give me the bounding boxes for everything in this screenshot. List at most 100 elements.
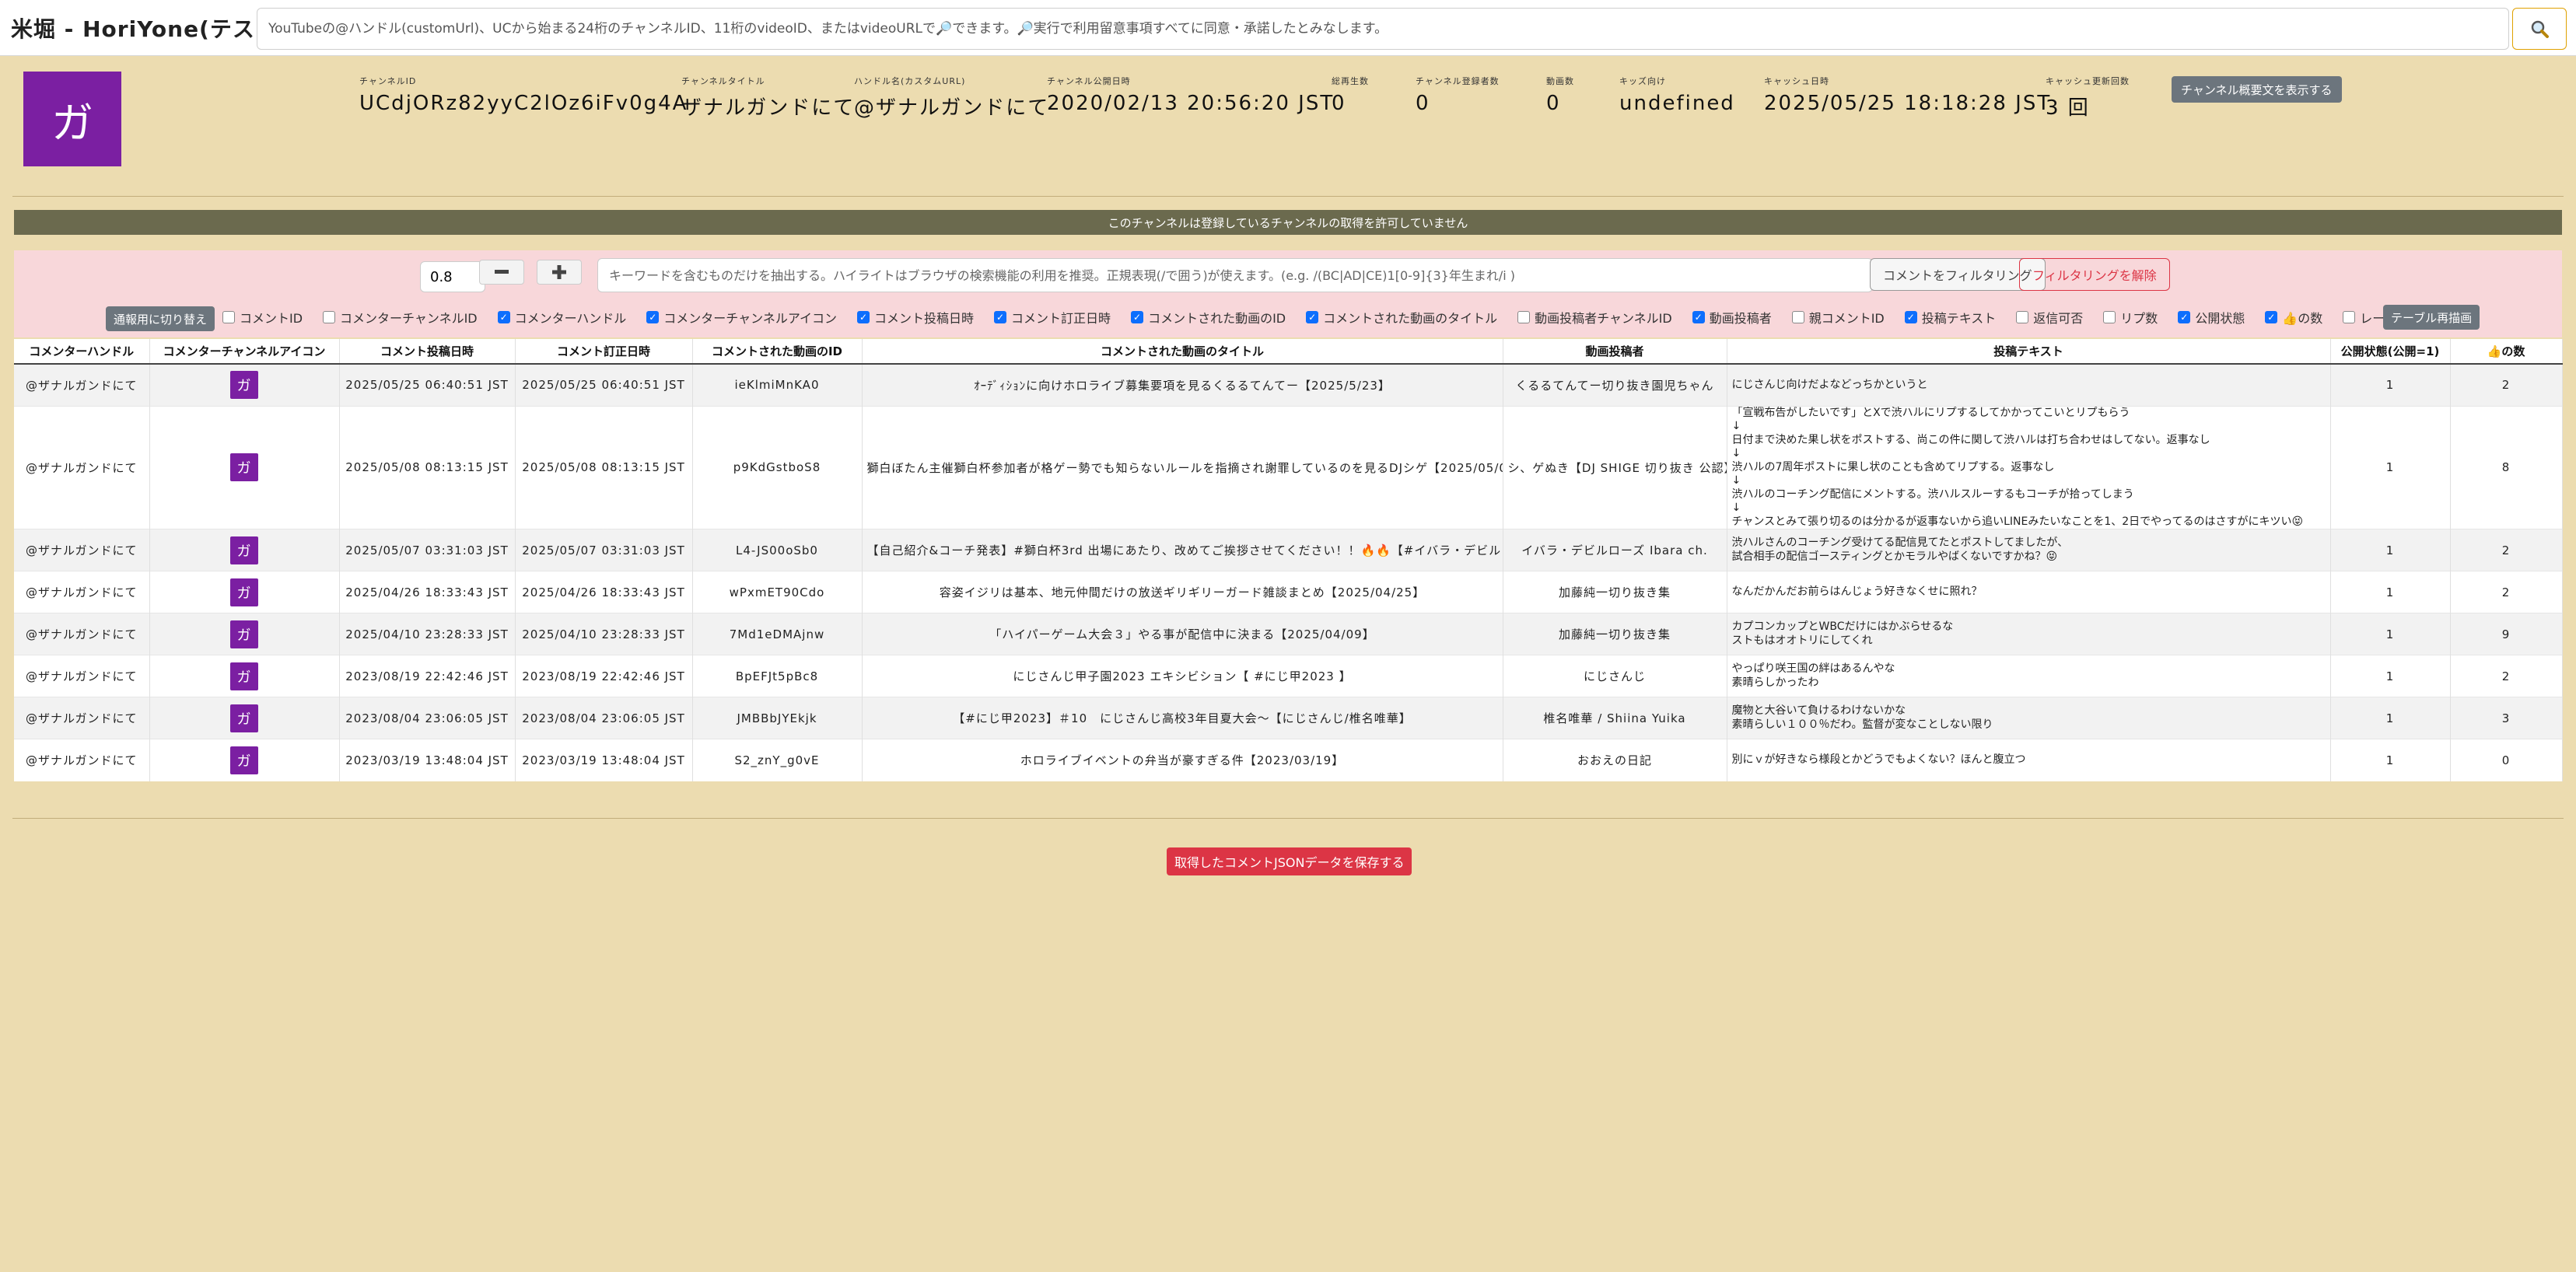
increase-button[interactable] — [537, 260, 582, 285]
column-toggle[interactable]: ✓ 👍の数 — [2265, 308, 2322, 327]
video-count-field: 動画数 0 — [1546, 75, 1574, 115]
column-toggle[interactable]: ✓ 投稿テキスト — [1904, 308, 1997, 327]
posted-date-cell: 2025/05/25 06:40:51 JST — [339, 363, 516, 406]
checkbox-checked-icon[interactable]: ✓ — [994, 311, 1007, 323]
column-toggle[interactable]: コメントID — [222, 308, 303, 327]
checkbox-checked-icon[interactable]: ✓ — [1904, 311, 1917, 323]
column-header[interactable]: コメント訂正日時 — [515, 339, 693, 365]
field-label: チャンネル登録者数 — [1416, 76, 1500, 86]
column-header[interactable]: 👍の数 — [2450, 339, 2563, 365]
checkbox-unchecked-icon[interactable] — [1791, 311, 1804, 323]
uploader-cell: 加藤純一切り抜き集 — [1503, 613, 1727, 655]
field-label: 動画数 — [1546, 76, 1574, 86]
redraw-table-button[interactable]: テーブル再描画 — [2383, 305, 2480, 330]
comments-table: コメンターハンドル コメンターチャンネルアイコン コメント投稿日時 コメント訂正日時コ… — [14, 339, 2563, 781]
save-json-button[interactable]: 取得したコメントJSONデータを保存する — [1167, 847, 1412, 875]
likes-cell: 2 — [2450, 655, 2563, 697]
column-toggle[interactable]: 動画投稿者チャンネルID — [1517, 308, 1672, 327]
video-title-cell: にじさんじ甲子園2023 エキシビション【 #にじ甲2023 】 — [862, 655, 1503, 697]
permission-notice: このチャンネルは登録しているチャンネルの取得を許可していません — [14, 210, 2562, 235]
edited-date-cell: 2025/04/10 23:28:33 JST — [515, 613, 693, 655]
checkbox-checked-icon[interactable]: ✓ — [1692, 311, 1705, 323]
column-toggle[interactable]: ✓ コメントされた動画のタイトル — [1306, 308, 1497, 327]
checkbox-checked-icon[interactable]: ✓ — [497, 311, 510, 323]
uploader-cell: シ、ゲぬき【DJ SHIGE 切り抜き 公認】 — [1503, 405, 1727, 529]
opacity-input[interactable] — [420, 261, 485, 292]
checkbox-unchecked-icon[interactable] — [2016, 311, 2029, 323]
video-title-cell: 「ハイパーゲーム大会３」やる事が配信中に決まる【2025/04/09】 — [862, 613, 1503, 655]
video-title-cell: 【#にじ甲2023】＃10 にじさんじ高校3年目夏大会～【にじさんじ/椎名唯華】 — [862, 697, 1503, 739]
checkbox-unchecked-icon[interactable] — [222, 311, 235, 323]
filter-panel: コメントをフィルタリング フィルタリングを解除 通報用に切り替え コメントIDコ… — [14, 250, 2562, 337]
column-toggle[interactable]: ✓ コメント投稿日時 — [857, 308, 974, 327]
column-toggle-label: リプ数 — [2120, 311, 2158, 326]
column-header[interactable]: コメント投稿日時 — [339, 339, 516, 365]
public-status-cell: 1 — [2330, 405, 2451, 529]
column-header[interactable]: 公開状態(公開=1) — [2330, 339, 2451, 365]
checkbox-unchecked-icon[interactable] — [2343, 311, 2356, 323]
uploader-cell: イバラ・デビルローズ Ibara ch. — [1503, 529, 1727, 571]
column-toggle-label: コメントされた動画のID — [1148, 311, 1286, 326]
column-header[interactable]: コメンターチャンネルアイコン — [149, 339, 340, 365]
table-row: @ザナルガンドにて ガ 2025/04/10 23:28:33 JST 2025/04… — [14, 613, 2563, 655]
likes-cell: 2 — [2450, 571, 2563, 613]
column-header[interactable]: コメンターハンドル — [14, 339, 150, 365]
checkbox-checked-icon[interactable]: ✓ — [1306, 311, 1319, 323]
column-toggle[interactable]: ✓ コメンターチャンネルアイコン — [646, 308, 837, 327]
checkbox-unchecked-icon[interactable] — [323, 311, 336, 323]
column-header[interactable]: 動画投稿者 — [1503, 339, 1727, 365]
column-toggle-label: コメンターチャンネルID — [340, 311, 478, 326]
search-button[interactable] — [2512, 8, 2567, 50]
column-toggle-label: 投稿テキスト — [1921, 311, 1997, 326]
field-label: キッズ向け — [1619, 76, 1666, 86]
avatar: ガ — [230, 536, 258, 564]
column-toggle[interactable]: コメンターチャンネルID — [323, 308, 478, 327]
posted-date-cell: 2025/05/08 08:13:15 JST — [339, 405, 516, 529]
field-label: キャッシュ日時 — [1764, 76, 1829, 86]
column-toggle[interactable]: ✓ コメントされた動画のID — [1131, 308, 1286, 327]
column-toggle[interactable]: 返信可否 — [2016, 308, 2083, 327]
public-status-cell: 1 — [2330, 529, 2451, 571]
show-description-button[interactable]: チャンネル概要文を表示する — [2172, 76, 2342, 103]
field-value: 2020/02/13 20:56:20 JST — [1047, 92, 1335, 115]
checkbox-checked-icon[interactable]: ✓ — [2265, 311, 2278, 323]
search-input[interactable] — [257, 8, 2509, 50]
checkbox-unchecked-icon[interactable] — [1517, 311, 1531, 323]
commenter-handle-cell: @ザナルガンドにて — [14, 529, 150, 571]
checkbox-unchecked-icon[interactable] — [2103, 311, 2116, 323]
field-value: ザナルガンドにて — [681, 96, 856, 120]
subscribers-field: チャンネル登録者数 0 — [1416, 75, 1500, 115]
avatar: ガ — [230, 371, 258, 400]
field-label: 総再生数 — [1332, 76, 1369, 86]
column-toggle[interactable]: リプ数 — [2103, 308, 2158, 327]
column-toggle-label: コメンターチャンネルアイコン — [663, 311, 838, 326]
checkbox-checked-icon[interactable]: ✓ — [646, 311, 660, 323]
column-toggle[interactable]: 親コメントID — [1791, 308, 1885, 327]
column-toggle[interactable]: ✓ コメンターハンドル — [497, 308, 626, 327]
checkbox-checked-icon[interactable]: ✓ — [2178, 311, 2191, 323]
column-header[interactable]: 投稿テキスト — [1727, 339, 2331, 365]
video-title-cell: 獅白ぼたん主催獅白杯参加者が格ゲー勢でも知らないルールを指摘され謝罪しているのを… — [862, 405, 1503, 529]
report-mode-toggle-button[interactable]: 通報用に切り替え — [106, 306, 215, 331]
clear-filter-button[interactable]: フィルタリングを解除 — [2019, 258, 2170, 291]
column-toggle[interactable]: ✓ コメント訂正日時 — [994, 308, 1111, 327]
decrease-button[interactable] — [479, 260, 524, 285]
column-toggle[interactable]: ✓ 公開状態 — [2178, 308, 2245, 327]
keyword-filter-input[interactable] — [597, 258, 1873, 292]
checkbox-checked-icon[interactable]: ✓ — [1131, 311, 1144, 323]
table-row: @ザナルガンドにて ガ 2025/05/08 08:13:15 JST 2025/05… — [14, 405, 2563, 529]
edited-date-cell: 2025/05/07 03:31:03 JST — [515, 529, 693, 571]
checkbox-checked-icon[interactable]: ✓ — [857, 311, 870, 323]
uploader-cell: にじさんじ — [1503, 655, 1727, 697]
total-views-field: 総再生数 0 — [1332, 75, 1369, 115]
column-toggle[interactable]: ✓ 動画投稿者 — [1692, 308, 1772, 327]
cache-date-field: キャッシュ日時 2025/05/25 18:18:28 JST — [1764, 75, 2051, 115]
comment-text-cell: 魔物と大谷いて負けるわけないかな 素晴らしい１００％だわ。監督が変なことしない限… — [1727, 697, 2331, 739]
commenter-icon-cell: ガ — [149, 571, 340, 613]
column-header[interactable]: コメントされた動画のID — [692, 339, 863, 365]
column-toggle-label: コメント投稿日時 — [874, 311, 975, 326]
video-id-cell: p9KdGstboS8 — [692, 405, 863, 529]
video-id-cell: wPxmET90Cdo — [692, 571, 863, 613]
column-header[interactable]: コメントされた動画のタイトル — [862, 339, 1503, 365]
field-value: UCdjORz82yyC2lOz6iFv0g4A — [359, 92, 688, 115]
